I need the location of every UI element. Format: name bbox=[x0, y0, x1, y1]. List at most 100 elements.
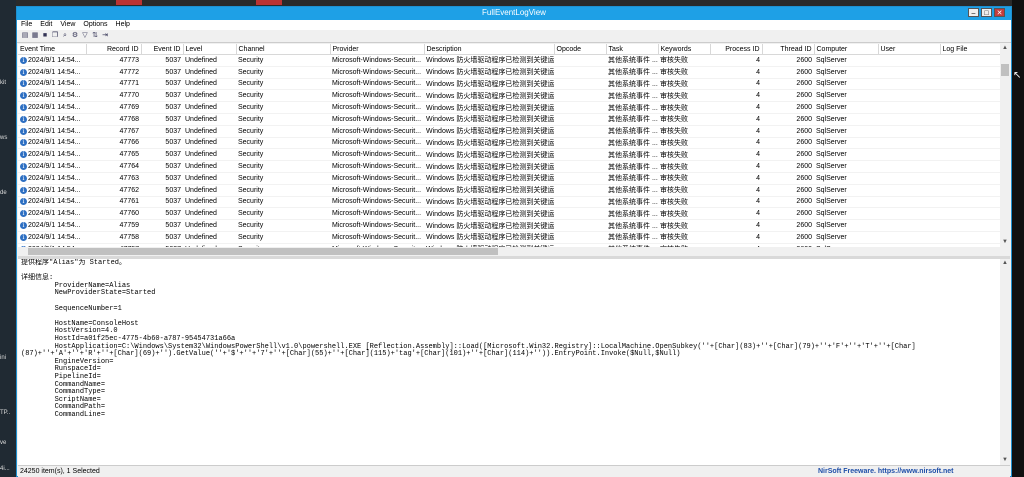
html-report-icon[interactable]: ▦ bbox=[31, 32, 39, 40]
table-cell: 5037 bbox=[141, 148, 183, 162]
cell-text: Windows 防火墙驱动程序已检测到关键运... bbox=[426, 80, 554, 88]
column-header[interactable]: Event ID bbox=[141, 44, 184, 55]
table-row[interactable]: i 2024/9/1 14:54... 47766 5037 Undefined Secu… bbox=[18, 137, 1000, 150]
table-row[interactable]: i 2024/9/1 14:54... 47758 5037 Undefined Secu… bbox=[18, 231, 1000, 244]
table-cell: 其他系统事件 ... bbox=[606, 137, 658, 150]
status-bar: 24250 item(s), 1 Selected NirSoft Freewa… bbox=[18, 465, 1010, 477]
info-icon: i bbox=[20, 56, 27, 64]
column-header[interactable]: Provider bbox=[330, 44, 425, 55]
table-cell: i2024/9/1 14:54... bbox=[18, 148, 86, 162]
table-row[interactable]: i 2024/9/1 14:54... 47765 5037 Undefined Secu… bbox=[18, 148, 1000, 162]
cell-text: SqlServer bbox=[816, 56, 847, 64]
event-detail-pane[interactable]: 提供程序"Alias"为 Started。 详细信息: ProviderName… bbox=[18, 259, 1000, 465]
scroll-thumb[interactable] bbox=[28, 248, 498, 255]
properties-icon[interactable]: ▤ bbox=[21, 32, 29, 40]
table-cell: 4 bbox=[710, 101, 762, 114]
filter-icon[interactable]: ▽ bbox=[81, 32, 89, 40]
cell-text: 4 bbox=[756, 56, 760, 64]
menu-view[interactable]: View bbox=[60, 20, 75, 30]
table-cell: SqlServer bbox=[814, 137, 878, 150]
info-icon: i bbox=[20, 198, 27, 206]
cell-text: 5037 bbox=[165, 68, 181, 76]
menu-edit[interactable]: Edit bbox=[40, 20, 52, 30]
find-icon[interactable]: ⌕ bbox=[61, 32, 69, 40]
maximize-button[interactable]: □ bbox=[981, 8, 992, 17]
list-vertical-scrollbar[interactable]: ▲ ▼ bbox=[1000, 44, 1010, 247]
minimize-button[interactable]: – bbox=[968, 8, 979, 17]
cell-text: 47763 bbox=[119, 174, 139, 182]
scroll-thumb[interactable] bbox=[1001, 64, 1009, 76]
column-header[interactable]: Keywords bbox=[658, 44, 711, 55]
cell-text: 47766 bbox=[119, 139, 139, 147]
scroll-up-arrow-icon[interactable]: ▲ bbox=[1000, 259, 1010, 268]
list-horizontal-scrollbar[interactable] bbox=[18, 247, 1000, 256]
table-row[interactable]: i 2024/9/1 14:54... 47761 5037 Undefined Secu… bbox=[18, 196, 1000, 209]
column-header[interactable]: Channel bbox=[236, 44, 331, 55]
cell-text: Microsoft-Windows-Securit... bbox=[332, 139, 422, 147]
table-row[interactable]: i 2024/9/1 14:54... 47768 5037 Undefined Secu… bbox=[18, 113, 1000, 126]
exit-icon[interactable]: ⇥ bbox=[101, 32, 109, 40]
sort-icon[interactable]: ⇅ bbox=[91, 32, 99, 40]
table-cell: i2024/9/1 14:54... bbox=[18, 78, 86, 91]
menu-options[interactable]: Options bbox=[83, 20, 107, 30]
table-row[interactable]: i 2024/9/1 14:54... 47760 5037 Undefined Secu… bbox=[18, 207, 1000, 221]
table-row[interactable]: i 2024/9/1 14:54... 47772 5037 Undefined Secu… bbox=[18, 66, 1000, 79]
info-icon: i bbox=[20, 139, 27, 147]
save-icon[interactable]: ■ bbox=[41, 32, 49, 40]
event-list[interactable]: Event Time Record ID Event ID Level Chan… bbox=[18, 44, 1000, 247]
table-row[interactable]: i 2024/9/1 14:54... 47771 5037 Undefined Secu… bbox=[18, 78, 1000, 91]
cell-text: Undefined bbox=[185, 174, 217, 182]
column-header[interactable]: User bbox=[878, 44, 941, 55]
column-header[interactable]: Log File bbox=[940, 44, 1000, 55]
table-row[interactable]: i 2024/9/1 14:54... 47759 5037 Undefined Secu… bbox=[18, 219, 1000, 232]
cell-text: 审核失败 bbox=[660, 104, 688, 112]
nirsoft-link[interactable]: NirSoft Freeware. https://www.nirsoft.ne… bbox=[818, 466, 953, 477]
close-button[interactable]: ✕ bbox=[994, 8, 1005, 17]
cell-text: SqlServer bbox=[816, 174, 847, 182]
column-header[interactable]: Opcode bbox=[554, 44, 607, 55]
table-cell: 审核失败 bbox=[658, 66, 710, 79]
table-cell: 47771 bbox=[86, 78, 141, 91]
cell-text: 2024/9/1 14:54... bbox=[28, 151, 81, 159]
cell-text: 其他系统事件 ... bbox=[608, 139, 658, 147]
table-row[interactable]: i 2024/9/1 14:54... 47762 5037 Undefined Secu… bbox=[18, 184, 1000, 197]
table-cell: 5037 bbox=[141, 137, 183, 150]
scroll-down-arrow-icon[interactable]: ▼ bbox=[1000, 238, 1010, 247]
cell-text: 2600 bbox=[796, 233, 812, 241]
table-row[interactable]: i 2024/9/1 14:54... 47773 5037 Undefined Secu… bbox=[18, 54, 1000, 67]
cell-text: 47759 bbox=[119, 222, 139, 230]
menu-help[interactable]: Help bbox=[116, 20, 130, 30]
cell-text: Windows 防火墙驱动程序已检测到关键运... bbox=[426, 128, 554, 136]
title-bar[interactable]: FullEventLogView – □ ✕ bbox=[17, 7, 1011, 20]
table-cell: 2600 bbox=[762, 148, 814, 162]
table-cell bbox=[940, 78, 1000, 91]
column-header[interactable]: Thread ID bbox=[762, 44, 815, 55]
column-header[interactable]: Computer bbox=[814, 44, 879, 55]
copy-icon[interactable]: ❐ bbox=[51, 32, 59, 40]
table-row[interactable]: i 2024/9/1 14:54... 47764 5037 Undefined Secu… bbox=[18, 160, 1000, 173]
cell-text: 审核失败 bbox=[660, 163, 688, 171]
column-header[interactable]: Record ID bbox=[86, 44, 142, 55]
column-header[interactable]: Task bbox=[606, 44, 659, 55]
column-header[interactable]: Description bbox=[424, 44, 555, 55]
table-cell: Undefined bbox=[183, 219, 236, 232]
column-header[interactable]: Process ID bbox=[710, 44, 763, 55]
table-cell: 5037 bbox=[141, 184, 183, 197]
table-row[interactable]: i 2024/9/1 14:54... 47767 5037 Undefined Secu… bbox=[18, 125, 1000, 138]
table-cell bbox=[554, 148, 606, 162]
info-icon: i bbox=[20, 115, 27, 123]
advanced-options-icon[interactable]: ⚙ bbox=[71, 32, 79, 40]
scroll-up-arrow-icon[interactable]: ▲ bbox=[1000, 44, 1010, 53]
column-header[interactable]: Event Time bbox=[18, 44, 87, 55]
table-cell: SqlServer bbox=[814, 231, 878, 244]
info-icon: i bbox=[20, 80, 27, 88]
table-cell: Undefined bbox=[183, 113, 236, 126]
table-row[interactable]: i 2024/9/1 14:54... 47769 5037 Undefined Secu… bbox=[18, 101, 1000, 114]
menu-file[interactable]: File bbox=[21, 20, 32, 30]
table-row[interactable]: i 2024/9/1 14:54... 47763 5037 Undefined Secu… bbox=[18, 172, 1000, 185]
column-header[interactable]: Level bbox=[183, 44, 237, 55]
detail-vertical-scrollbar[interactable]: ▲ ▼ bbox=[1000, 259, 1010, 465]
scroll-down-arrow-icon[interactable]: ▼ bbox=[1000, 456, 1010, 465]
table-row[interactable]: i 2024/9/1 14:54... 47770 5037 Undefined Secu… bbox=[18, 89, 1000, 103]
mouse-cursor-icon: ↖ bbox=[1013, 70, 1022, 81]
